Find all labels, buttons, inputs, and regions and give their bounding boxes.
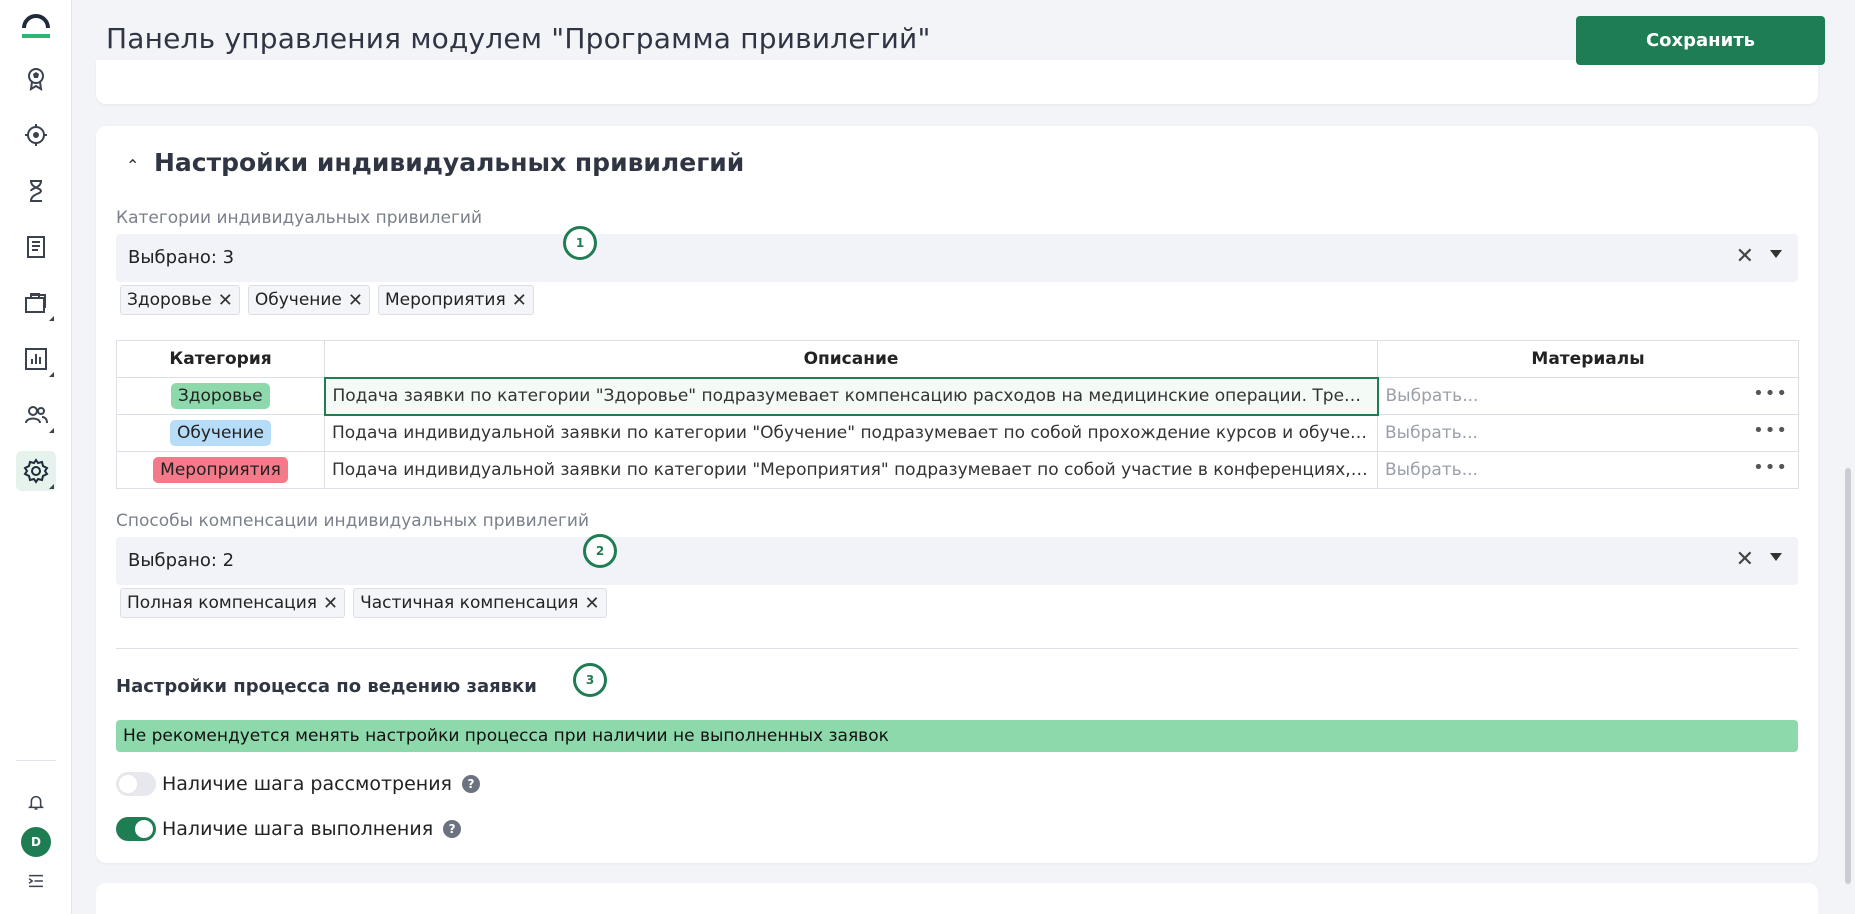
menu-expand-icon (28, 874, 43, 888)
column-header-description: Описание (324, 340, 1378, 378)
bell-icon (27, 795, 45, 810)
description-cell[interactable]: Подача индивидуальной заявки по категори… (324, 414, 1378, 452)
sidebar-divider (16, 760, 56, 761)
document-icon (27, 236, 45, 258)
sidebar-item-target[interactable] (16, 115, 56, 155)
corner-indicator (49, 428, 54, 433)
help-icon[interactable]: ? (462, 775, 480, 793)
review-step-row: Наличие шага рассмотрения ? (116, 772, 480, 796)
more-icon[interactable]: ••• (1753, 383, 1788, 404)
marker-3: 3 (573, 663, 607, 697)
chart-icon (25, 348, 47, 370)
remove-chip-icon[interactable]: ✕ (584, 593, 599, 614)
help-icon[interactable]: ? (443, 820, 462, 838)
materials-cell[interactable]: Выбрать... ••• (1377, 414, 1799, 452)
column-header-materials: Материалы (1377, 340, 1799, 378)
scrollbar[interactable] (1845, 468, 1851, 884)
categories-selected-count: Выбрано: 3 (128, 247, 235, 268)
compensation-selected-count: Выбрано: 2 (128, 550, 235, 571)
sidebar-item-portfolio[interactable] (16, 283, 56, 323)
page-title: Панель управления модулем "Программа при… (106, 22, 931, 55)
remove-chip-icon[interactable]: ✕ (323, 593, 338, 614)
sidebar: D (0, 0, 72, 914)
category-tag: Обучение (169, 420, 272, 446)
table-row: Обучение Подача индивидуальной заявки по… (116, 414, 1799, 452)
sidebar-item-awards[interactable] (16, 59, 56, 99)
category-tag: Здоровье (170, 383, 270, 409)
notifications-button[interactable] (16, 782, 56, 822)
compensation-select[interactable]: Выбрано: 2 ✕ (116, 537, 1798, 585)
description-cell[interactable]: Подача заявки по категории "Здоровье" по… (323, 376, 1379, 416)
materials-cell[interactable]: Выбрать... ••• (1377, 377, 1799, 415)
review-step-toggle[interactable] (116, 772, 156, 796)
clear-icon[interactable]: ✕ (1736, 244, 1754, 269)
compensation-chips: Полная компенсация ✕ Частичная компенсаци… (120, 588, 607, 618)
corner-indicator (49, 316, 54, 321)
categories-table: Категория Описание Материалы Здоровье По… (116, 340, 1799, 489)
review-step-label: Наличие шага рассмотрения (162, 773, 452, 795)
sidebar-item-documents[interactable] (16, 227, 56, 267)
execution-step-row: Наличие шага выполнения ? (116, 817, 462, 841)
remove-chip-icon[interactable]: ✕ (512, 290, 527, 311)
execution-step-toggle[interactable] (116, 817, 156, 841)
categories-chips: Здоровье ✕ Обучение ✕ Мероприятия ✕ (120, 285, 534, 315)
gear-icon (23, 458, 49, 484)
chip-health: Здоровье ✕ (120, 285, 240, 315)
category-tag: Мероприятия (153, 457, 288, 483)
categories-label: Категории индивидуальных привилегий (116, 208, 482, 228)
hourglass-icon (30, 180, 43, 202)
chip-education: Обучение ✕ (247, 285, 370, 315)
chip-events: Мероприятия ✕ (378, 285, 534, 315)
more-icon[interactable]: ••• (1753, 420, 1788, 441)
expand-menu-button[interactable] (16, 861, 56, 901)
marker-1: 1 (563, 226, 597, 260)
more-icon[interactable]: ••• (1753, 457, 1788, 478)
next-section-card (96, 883, 1818, 914)
chip-full-compensation: Полная компенсация ✕ (120, 588, 346, 618)
target-icon (25, 124, 47, 146)
users-icon (25, 406, 48, 424)
table-row: Здоровье Подача заявки по категории "Здо… (116, 376, 1799, 416)
individual-privileges-card: ⌃ Настройки индивидуальных привилегий Ка… (96, 126, 1818, 863)
chip-partial-compensation: Частичная компенсация ✕ (353, 588, 607, 618)
section-title: Настройки индивидуальных привилегий (154, 148, 745, 177)
save-button[interactable]: Сохранить (1576, 16, 1825, 65)
table-row: Мероприятия Подача индивидуальной заявки… (116, 451, 1799, 489)
compensation-label: Способы компенсации индивидуальных приви… (116, 511, 589, 531)
sidebar-item-history[interactable] (16, 171, 56, 211)
sidebar-item-users[interactable] (16, 395, 56, 435)
sidebar-item-settings[interactable] (16, 451, 56, 491)
categories-select[interactable]: Выбрано: 3 ✕ (116, 234, 1798, 282)
materials-cell[interactable]: Выбрать... ••• (1377, 451, 1799, 489)
avatar[interactable]: D (21, 827, 51, 857)
execution-step-label: Наличие шага выполнения (162, 818, 434, 840)
remove-chip-icon[interactable]: ✕ (348, 290, 363, 311)
marker-2: 2 (583, 534, 617, 568)
clear-icon[interactable]: ✕ (1736, 547, 1754, 572)
briefcase-icon (25, 293, 46, 313)
corner-indicator (49, 484, 54, 489)
process-settings-title: Настройки процесса по ведению заявки (116, 676, 537, 697)
previous-section-card (96, 60, 1818, 104)
remove-chip-icon[interactable]: ✕ (218, 290, 233, 311)
caret-down-icon[interactable] (1770, 553, 1782, 561)
caret-down-icon[interactable] (1770, 250, 1782, 258)
corner-indicator (49, 372, 54, 377)
collapse-chevron-icon[interactable]: ⌃ (126, 156, 139, 175)
section-divider (116, 648, 1798, 649)
description-cell[interactable]: Подача индивидуальной заявки по категори… (324, 451, 1378, 489)
page-header: Панель управления модулем "Программа при… (72, 0, 1855, 65)
warning-notice: Не рекомендуется менять настройки процес… (116, 720, 1798, 752)
column-header-category: Категория (116, 340, 325, 378)
sidebar-item-analytics[interactable] (16, 339, 56, 379)
logo-icon (22, 14, 50, 38)
award-icon (28, 68, 44, 91)
